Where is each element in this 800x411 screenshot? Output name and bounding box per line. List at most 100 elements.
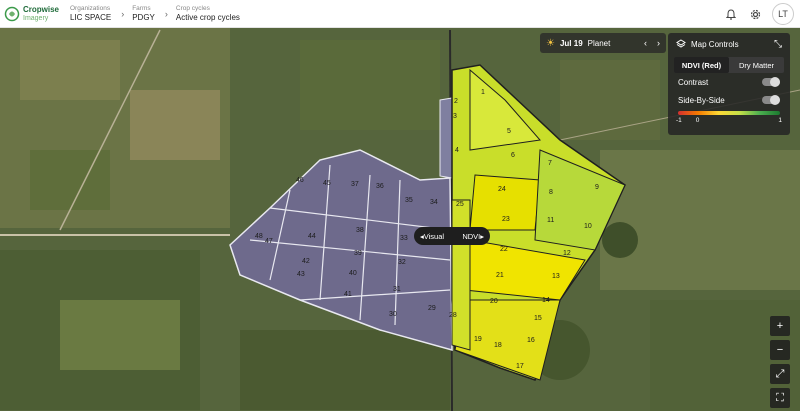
paddock-label[interactable]: 39	[354, 250, 362, 257]
paddock-label[interactable]: 48	[255, 233, 263, 240]
settings-icon[interactable]	[748, 7, 762, 21]
paddock-label[interactable]: 22	[500, 246, 508, 253]
prev-date-chevron-left-icon[interactable]: ‹	[644, 38, 647, 48]
arrow-right-icon: ▸	[480, 231, 484, 241]
paddock-label[interactable]: 14	[542, 297, 550, 304]
paddock-label[interactable]: 40	[349, 270, 357, 277]
header-actions: LT	[724, 3, 794, 25]
paddock-label[interactable]: 13	[552, 273, 560, 280]
zoom-in-button[interactable]: +	[770, 316, 790, 336]
breadcrumb-organizations[interactable]: Organizations LIC SPACE	[66, 0, 117, 28]
sun-icon: ☀	[546, 37, 555, 49]
paddock-label[interactable]: 4	[455, 147, 459, 154]
paddock-label[interactable]: 16	[527, 337, 535, 344]
splitter-right-label: NDVI	[462, 231, 481, 241]
layer-tabs: NDVI (Red) Dry Matter	[674, 57, 784, 73]
top-bar: Cropwise Imagery Organizations LIC SPACE…	[0, 0, 800, 28]
bell-icon[interactable]	[724, 7, 738, 21]
ndvi-color-scale	[678, 111, 780, 115]
side-by-side-row: Side-By-Side	[668, 91, 790, 109]
paddock-label[interactable]: 23	[502, 216, 510, 223]
imagery-date: Jul 19	[559, 38, 583, 48]
crumb-value: Active crop cycles	[175, 12, 240, 22]
collapse-icon[interactable]: ⤡	[774, 39, 782, 50]
scale-max: 1	[778, 117, 782, 124]
scale-min: -1	[676, 117, 682, 124]
paddock-label[interactable]: 36	[376, 183, 384, 190]
paddock-label[interactable]: 1	[481, 89, 485, 96]
paddock-label[interactable]: 44	[308, 233, 316, 240]
paddock-label[interactable]: 6	[511, 152, 515, 159]
fullscreen-button[interactable]: ⤢	[770, 364, 790, 384]
brand-logo[interactable]: Cropwise Imagery	[0, 0, 66, 28]
paddock-label[interactable]: 12	[563, 250, 571, 257]
paddock-label[interactable]: 18	[494, 342, 502, 349]
paddock-label[interactable]: 15	[534, 315, 542, 322]
zoom-out-button[interactable]: −	[770, 340, 790, 360]
paddock-label[interactable]: 29	[428, 305, 436, 312]
paddock-label[interactable]: 2	[454, 98, 458, 105]
scale-mid: 0	[695, 117, 700, 124]
chevron-right-icon: ›	[164, 8, 168, 19]
imagery-date-selector[interactable]: ☀ Jul 19 Planet ‹ ›	[540, 33, 666, 53]
paddock-label[interactable]: 35	[405, 197, 413, 204]
splitter-left-label: Visual	[423, 231, 445, 241]
paddock-label[interactable]: 37	[351, 181, 359, 188]
paddock-label[interactable]: 28	[449, 312, 457, 319]
map-controls-panel: Map Controls ⤡ NDVI (Red) Dry Matter Con…	[668, 33, 790, 135]
brand-sub: Imagery	[23, 14, 49, 22]
contrast-row: Contrast	[668, 73, 790, 91]
tab-dry-matter[interactable]: Dry Matter	[729, 57, 784, 73]
breadcrumb-farms[interactable]: Farms PDGY	[128, 0, 161, 28]
paddock-label[interactable]: 34	[430, 199, 438, 206]
fit-bounds-button[interactable]: ⛶	[770, 388, 790, 408]
map-controls-title: Map Controls	[691, 39, 739, 49]
crumb-value: PDGY	[132, 12, 155, 22]
paddock-label[interactable]: 33	[400, 235, 408, 242]
contrast-label: Contrast	[678, 77, 709, 87]
side-by-side-label: Side-By-Side	[678, 95, 725, 105]
paddock-label[interactable]: 31	[393, 286, 401, 293]
brand-name: Cropwise	[23, 4, 60, 14]
paddock-label[interactable]: 9	[595, 184, 599, 191]
paddock-label[interactable]: 25	[456, 201, 464, 208]
paddock-label[interactable]: 42	[302, 258, 310, 265]
paddock-label[interactable]: 24	[498, 186, 506, 193]
paddock-label[interactable]: 21	[496, 272, 504, 279]
paddock-label[interactable]: 30	[389, 311, 397, 318]
paddock-label[interactable]: 20	[490, 298, 498, 305]
compare-splitter-handle[interactable]: ◂ Visual NDVI ▸	[414, 227, 490, 245]
paddock-label[interactable]: 43	[297, 271, 305, 278]
paddock-label[interactable]: 7	[548, 160, 552, 167]
next-date-chevron-right-icon[interactable]: ›	[657, 38, 660, 48]
paddock-label[interactable]: 3	[453, 113, 457, 120]
chevron-right-icon: ›	[121, 8, 125, 19]
paddock-label[interactable]: 38	[356, 227, 364, 234]
crumb-label: Crop cycles	[175, 4, 210, 12]
user-avatar[interactable]: LT	[772, 3, 794, 25]
app-root: Cropwise Imagery Organizations LIC SPACE…	[0, 0, 800, 411]
paddock-label[interactable]: 45	[323, 180, 331, 187]
side-by-side-toggle[interactable]	[762, 95, 780, 105]
paddock-label[interactable]: 46	[296, 177, 304, 184]
scale-labels: -1 0 1	[676, 117, 782, 124]
map-controls-header[interactable]: Map Controls ⤡	[668, 33, 790, 55]
cropwise-logo-icon	[4, 6, 20, 21]
paddock-label[interactable]: 11	[547, 217, 554, 224]
breadcrumb-crop-cycles[interactable]: Crop cycles Active crop cycles	[172, 0, 246, 28]
crumb-value: LIC SPACE	[70, 12, 112, 22]
layers-icon	[676, 39, 686, 48]
paddock-label[interactable]: 32	[398, 259, 406, 266]
paddock-label[interactable]: 5	[507, 128, 511, 135]
contrast-toggle[interactable]	[762, 77, 780, 87]
paddock-label[interactable]: 19	[474, 336, 482, 343]
paddock-label[interactable]: 47	[265, 238, 273, 245]
map-zoom-controls: + − ⤢ ⛶	[770, 316, 790, 408]
paddock-label[interactable]: 17	[516, 363, 524, 370]
paddock-label[interactable]: 10	[584, 223, 592, 230]
tab-ndvi-red[interactable]: NDVI (Red)	[674, 57, 729, 73]
paddock-label[interactable]: 8	[549, 189, 553, 196]
paddock-label[interactable]: 41	[344, 291, 352, 298]
imagery-source: Planet	[587, 38, 611, 48]
crumb-label: Organizations	[70, 4, 111, 12]
